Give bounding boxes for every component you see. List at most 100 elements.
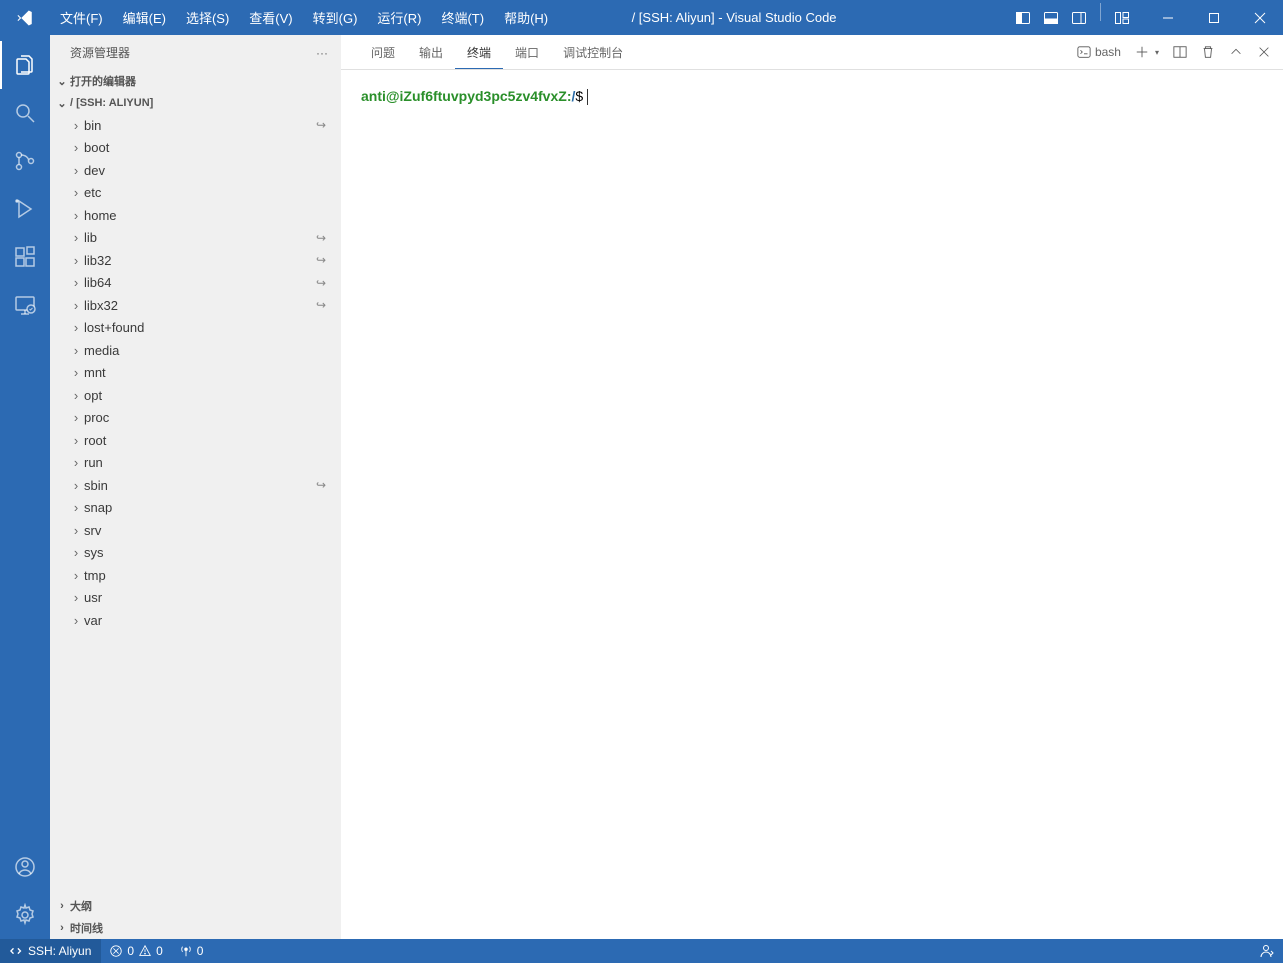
- menu-run[interactable]: 运行(R): [367, 2, 431, 33]
- chevron-right-icon: ›: [68, 590, 84, 605]
- terminal-shell-selector[interactable]: bash: [1075, 43, 1123, 61]
- folder-item-opt[interactable]: ›opt: [50, 384, 340, 407]
- customize-layout-icon[interactable]: [1109, 3, 1135, 33]
- chevron-right-icon: ›: [68, 118, 84, 133]
- folder-item-lib32[interactable]: ›lib32↪: [50, 249, 340, 272]
- menu-file[interactable]: 文件(F): [50, 2, 113, 33]
- new-terminal-button[interactable]: ▾: [1133, 43, 1161, 61]
- activity-settings-icon[interactable]: [0, 891, 50, 939]
- chevron-right-icon: ›: [54, 900, 70, 912]
- folder-item-etc[interactable]: ›etc: [50, 182, 340, 205]
- panel-tab-terminal[interactable]: 终端: [455, 36, 503, 69]
- kill-terminal-button[interactable]: [1199, 43, 1217, 61]
- section-label: / [SSH: ALIYUN]: [70, 97, 153, 109]
- chevron-right-icon: ›: [68, 545, 84, 560]
- folder-item-bin[interactable]: ›bin↪: [50, 114, 340, 137]
- chevron-right-icon: ›: [68, 253, 84, 268]
- panel-actions: bash ▾: [1075, 43, 1273, 61]
- terminal-prompt-symbol: $: [575, 88, 583, 104]
- symlink-icon: ↪: [316, 118, 340, 132]
- folder-item-usr[interactable]: ›usr: [50, 587, 340, 610]
- panel-tab-debug-console[interactable]: 调试控制台: [551, 36, 635, 68]
- sidebar-header: 资源管理器 ···: [50, 35, 340, 70]
- workbench: 资源管理器 ··· ⌄ 打开的编辑器 ⌄ / [SSH: ALIYUN] ›bi…: [0, 35, 1283, 939]
- activity-extensions-icon[interactable]: [0, 233, 50, 281]
- folder-name: dev: [84, 163, 340, 178]
- folder-item-dev[interactable]: ›dev: [50, 159, 340, 182]
- panel-tabs: 问题 输出 终端 端口 调试控制台 bash ▾: [341, 35, 1283, 70]
- activity-source-control-icon[interactable]: [0, 137, 50, 185]
- section-open-editors[interactable]: ⌄ 打开的编辑器: [50, 70, 340, 92]
- folder-item-sbin[interactable]: ›sbin↪: [50, 474, 340, 497]
- folder-item-sys[interactable]: ›sys: [50, 542, 340, 565]
- window-maximize-button[interactable]: [1191, 3, 1237, 33]
- window-minimize-button[interactable]: [1145, 3, 1191, 33]
- folder-name: etc: [84, 185, 340, 200]
- split-terminal-button[interactable]: [1171, 43, 1189, 61]
- folder-item-libx32[interactable]: ›libx32↪: [50, 294, 340, 317]
- folder-item-boot[interactable]: ›boot: [50, 137, 340, 160]
- folder-item-tmp[interactable]: ›tmp: [50, 564, 340, 587]
- panel-tab-problems[interactable]: 问题: [359, 36, 407, 68]
- activity-search-icon[interactable]: [0, 89, 50, 137]
- section-timeline[interactable]: › 时间线: [50, 917, 340, 939]
- maximize-panel-button[interactable]: [1227, 43, 1245, 61]
- layout-sidebar-right-icon[interactable]: [1066, 3, 1092, 33]
- menu-edit[interactable]: 编辑(E): [113, 2, 176, 33]
- folder-item-snap[interactable]: ›snap: [50, 497, 340, 520]
- window-title: / [SSH: Aliyun] - Visual Studio Code: [458, 10, 1010, 25]
- section-folder-root[interactable]: ⌄ / [SSH: ALIYUN]: [50, 92, 340, 114]
- folder-item-lost+found[interactable]: ›lost+found: [50, 317, 340, 340]
- person-icon: [1259, 943, 1275, 959]
- symlink-icon: ↪: [316, 253, 340, 267]
- folder-name: boot: [84, 140, 340, 155]
- folder-name: lib32: [84, 253, 316, 268]
- window-close-button[interactable]: [1237, 3, 1283, 33]
- folder-item-lib[interactable]: ›lib↪: [50, 227, 340, 250]
- folder-name: root: [84, 433, 340, 448]
- folder-item-lib64[interactable]: ›lib64↪: [50, 272, 340, 295]
- folder-item-srv[interactable]: ›srv: [50, 519, 340, 542]
- panel-tab-ports[interactable]: 端口: [503, 36, 551, 68]
- chevron-down-icon: ⌄: [54, 75, 70, 88]
- folder-name: tmp: [84, 568, 340, 583]
- menu-selection[interactable]: 选择(S): [176, 2, 239, 33]
- section-outline[interactable]: › 大纲: [50, 895, 340, 917]
- folder-item-var[interactable]: ›var: [50, 609, 340, 632]
- status-ports-count: 0: [197, 944, 204, 958]
- activity-explorer-icon[interactable]: [0, 41, 50, 89]
- chevron-right-icon: ›: [68, 455, 84, 470]
- layout-panel-bottom-icon[interactable]: [1038, 3, 1064, 33]
- menu-go[interactable]: 转到(G): [303, 2, 368, 33]
- activity-remote-explorer-icon[interactable]: [0, 281, 50, 329]
- explorer-tree: ⌄ 打开的编辑器 ⌄ / [SSH: ALIYUN] ›bin↪›boot›de…: [50, 70, 340, 895]
- folder-name: media: [84, 343, 340, 358]
- status-ports[interactable]: 0: [171, 939, 212, 963]
- menu-view[interactable]: 查看(V): [239, 2, 302, 33]
- close-panel-button[interactable]: [1255, 43, 1273, 61]
- status-remote[interactable]: SSH: Aliyun: [0, 939, 101, 963]
- folder-name: opt: [84, 388, 340, 403]
- sidebar-more-icon[interactable]: ···: [316, 46, 328, 60]
- activity-run-debug-icon[interactable]: [0, 185, 50, 233]
- folder-item-proc[interactable]: ›proc: [50, 407, 340, 430]
- section-label: 大纲: [70, 898, 92, 914]
- folder-item-run[interactable]: ›run: [50, 452, 340, 475]
- folder-item-root[interactable]: ›root: [50, 429, 340, 452]
- terminal-view[interactable]: anti@iZuf6ftuvpyd3pc5zv4fvxZ:/$: [341, 70, 1283, 939]
- folder-name: snap: [84, 500, 340, 515]
- panel-tab-output[interactable]: 输出: [407, 36, 455, 68]
- chevron-right-icon: ›: [68, 230, 84, 245]
- folder-item-home[interactable]: ›home: [50, 204, 340, 227]
- status-feedback[interactable]: [1251, 939, 1283, 963]
- layout-sidebar-left-icon[interactable]: [1010, 3, 1036, 33]
- status-problems[interactable]: 0 0: [101, 939, 170, 963]
- chevron-right-icon: ›: [68, 478, 84, 493]
- folder-item-mnt[interactable]: ›mnt: [50, 362, 340, 385]
- folder-name: srv: [84, 523, 340, 538]
- activity-accounts-icon[interactable]: [0, 843, 50, 891]
- folder-item-media[interactable]: ›media: [50, 339, 340, 362]
- error-icon: [109, 944, 123, 958]
- folder-name: run: [84, 455, 340, 470]
- layout-controls: [1010, 3, 1135, 33]
